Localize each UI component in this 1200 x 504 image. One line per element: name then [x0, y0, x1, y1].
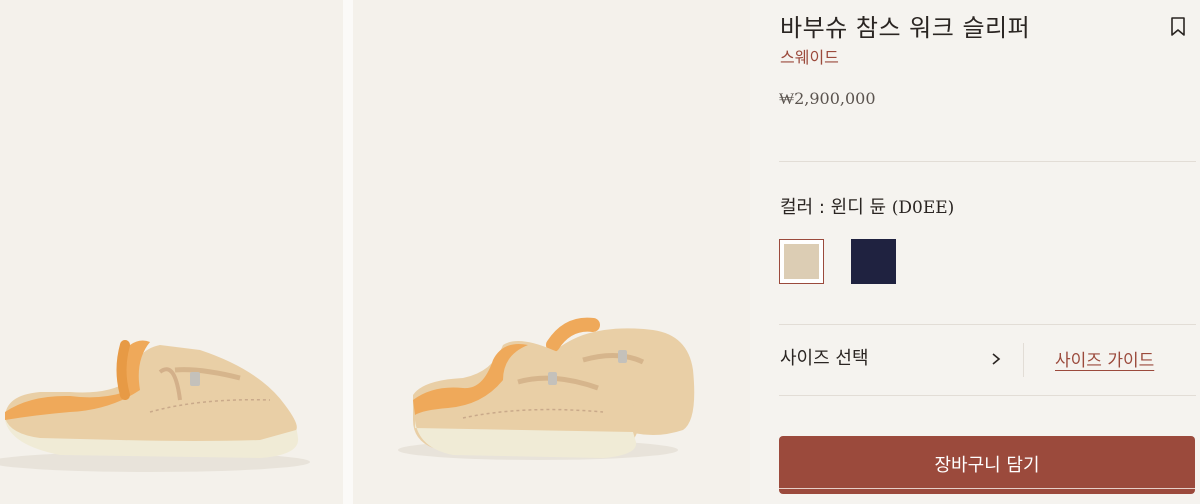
button-inner-line	[779, 488, 1195, 489]
size-guide-link[interactable]: 사이즈 가이드	[1055, 346, 1154, 371]
color-label: 컬러 : 윈디 듄 (D0EE)	[780, 193, 954, 219]
color-selected-name: 윈디 듄	[830, 197, 887, 218]
add-to-cart-button[interactable]: 장바구니 담기	[779, 436, 1195, 494]
product-material: 스웨이드	[780, 48, 839, 67]
swatch-windy-dune[interactable]	[779, 239, 824, 284]
divider	[779, 161, 1196, 162]
swatch-navy[interactable]	[851, 239, 896, 284]
divider	[779, 324, 1196, 325]
swatch-fill	[784, 244, 819, 279]
slipper-pair-illustration	[398, 317, 695, 460]
product-image-pair[interactable]	[353, 0, 750, 504]
color-selected-code: (D0EE)	[891, 198, 955, 218]
color-label-prefix: 컬러 :	[780, 197, 831, 218]
swatch-fill	[851, 239, 896, 284]
size-select[interactable]: 사이즈 선택	[780, 344, 869, 370]
chevron-right-icon[interactable]	[990, 351, 1002, 367]
product-image-side[interactable]	[0, 0, 343, 504]
product-info-panel: 바부슈 참스 워크 슬리퍼 스웨이드 ₩2,900,000 컬러 : 윈디 듄 …	[750, 0, 1200, 504]
slipper-side-illustration	[0, 340, 310, 472]
product-price: ₩2,900,000	[779, 89, 876, 108]
add-to-cart-label: 장바구니 담기	[934, 455, 1040, 476]
divider	[779, 395, 1196, 396]
gallery-divider	[343, 0, 353, 504]
product-title: 바부슈 참스 워크 슬리퍼	[780, 14, 1031, 42]
bookmark-icon[interactable]	[1170, 16, 1186, 38]
vertical-divider	[1023, 343, 1024, 377]
